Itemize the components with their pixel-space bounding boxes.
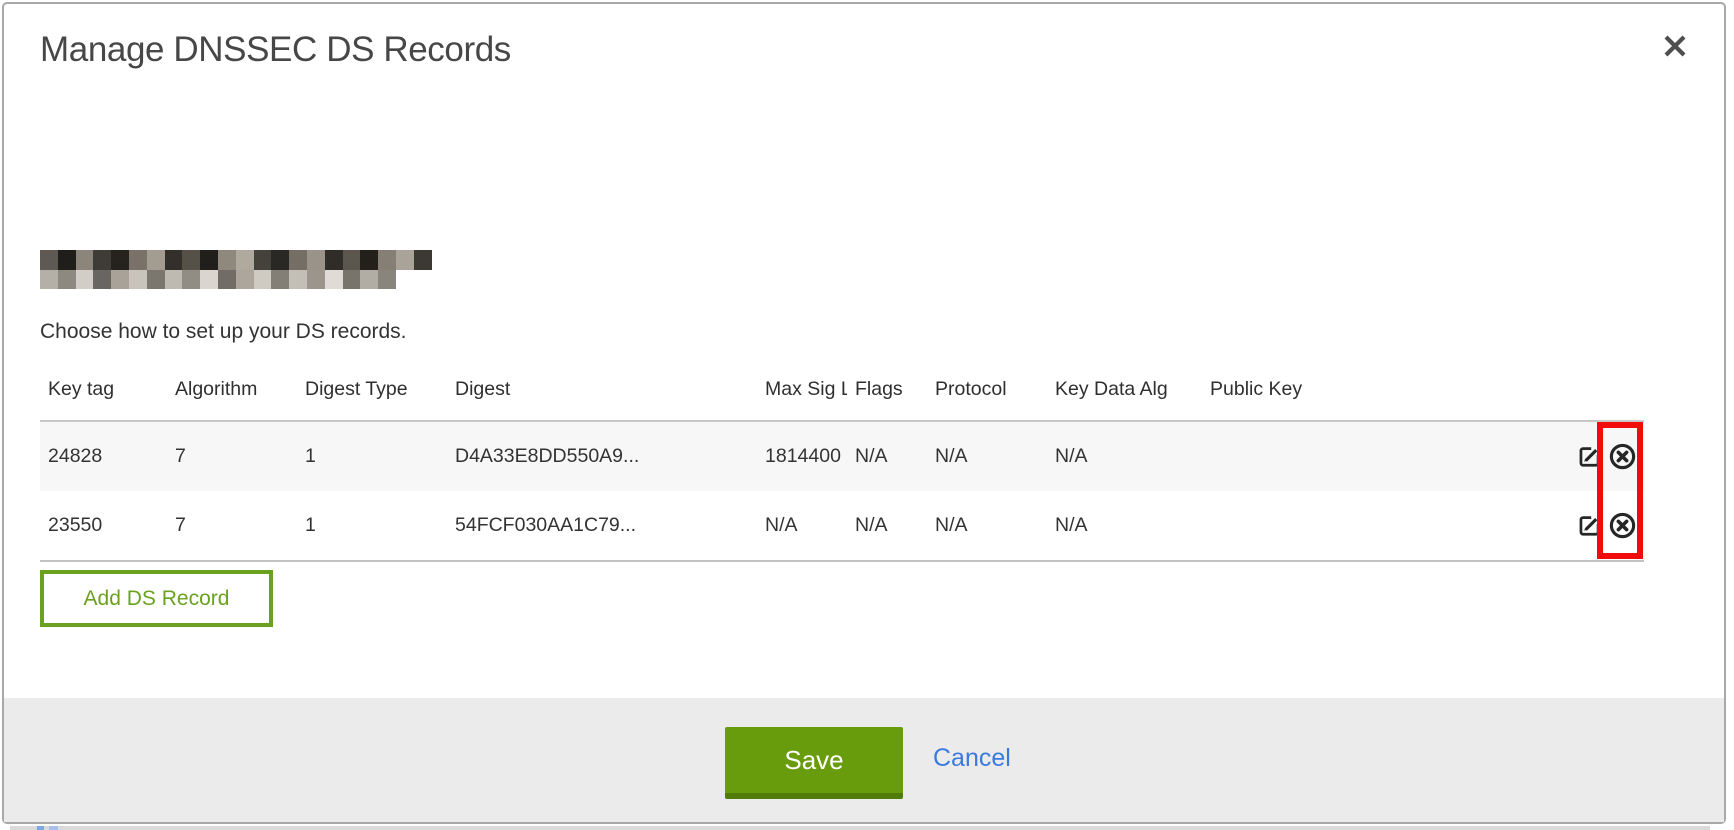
close-icon xyxy=(1662,33,1688,59)
dialog-drop-shadow xyxy=(10,826,1710,830)
delete-record-button[interactable] xyxy=(1607,442,1637,472)
cell-key-tag: 24828 xyxy=(40,445,167,468)
cell-key-data-alg: N/A xyxy=(1047,445,1202,468)
cell-protocol: N/A xyxy=(927,514,1047,537)
column-header-public-key: Public Key xyxy=(1202,378,1483,400)
edit-icon xyxy=(1576,443,1603,470)
cell-digest: D4A33E8DD550A9... xyxy=(447,445,757,468)
ds-records-table: Key tag Algorithm Digest Type Digest Max… xyxy=(40,378,1644,562)
close-button[interactable] xyxy=(1657,28,1693,64)
column-header-key-tag: Key tag xyxy=(40,378,167,400)
column-header-max-sig-life: Max Sig Life xyxy=(757,378,847,400)
background-page-fragment xyxy=(37,826,44,830)
column-header-digest-type: Digest Type xyxy=(297,378,447,400)
cell-algorithm: 7 xyxy=(167,514,297,537)
cell-key-data-alg: N/A xyxy=(1047,514,1202,537)
background-page-fragment xyxy=(49,826,58,830)
edit-record-button[interactable] xyxy=(1574,442,1604,472)
cancel-link[interactable]: Cancel xyxy=(933,744,1011,773)
domain-name-redacted xyxy=(40,250,432,289)
column-header-flags: Flags xyxy=(847,378,927,400)
cell-digest-type: 1 xyxy=(297,445,447,468)
manage-dnssec-dialog: Manage DNSSEC DS Records Choose how to s… xyxy=(2,2,1726,824)
column-header-actions xyxy=(1483,378,1644,400)
cell-flags: N/A xyxy=(847,514,927,537)
save-button[interactable]: Save xyxy=(725,727,903,799)
table-header-row: Key tag Algorithm Digest Type Digest Max… xyxy=(40,378,1644,420)
cell-protocol: N/A xyxy=(927,445,1047,468)
column-header-algorithm: Algorithm xyxy=(167,378,297,400)
dialog-title: Manage DNSSEC DS Records xyxy=(40,28,511,72)
column-header-key-data-alg: Key Data Alg xyxy=(1047,378,1202,400)
delete-record-button[interactable] xyxy=(1607,511,1637,541)
edit-icon xyxy=(1576,512,1603,539)
cell-max-sig-life: 1814400 xyxy=(757,445,847,468)
column-header-digest: Digest xyxy=(447,378,757,400)
table-row: 23550 7 1 54FCF030AA1C79... N/A N/A N/A … xyxy=(40,491,1644,560)
cell-algorithm: 7 xyxy=(167,445,297,468)
instruction-text: Choose how to set up your DS records. xyxy=(40,318,407,345)
table-row: 24828 7 1 D4A33E8DD550A9... 1814400 N/A … xyxy=(40,422,1644,491)
delete-icon xyxy=(1608,442,1637,471)
column-header-protocol: Protocol xyxy=(927,378,1047,400)
edit-record-button[interactable] xyxy=(1574,511,1604,541)
add-ds-record-button[interactable]: Add DS Record xyxy=(40,570,273,627)
delete-icon xyxy=(1608,511,1637,540)
table-body: 24828 7 1 D4A33E8DD550A9... 1814400 N/A … xyxy=(40,420,1644,562)
cell-flags: N/A xyxy=(847,445,927,468)
cell-max-sig-life: N/A xyxy=(757,514,847,537)
cell-key-tag: 23550 xyxy=(40,514,167,537)
cell-digest: 54FCF030AA1C79... xyxy=(447,514,757,537)
dialog-footer: Save Cancel xyxy=(4,698,1724,822)
cell-digest-type: 1 xyxy=(297,514,447,537)
